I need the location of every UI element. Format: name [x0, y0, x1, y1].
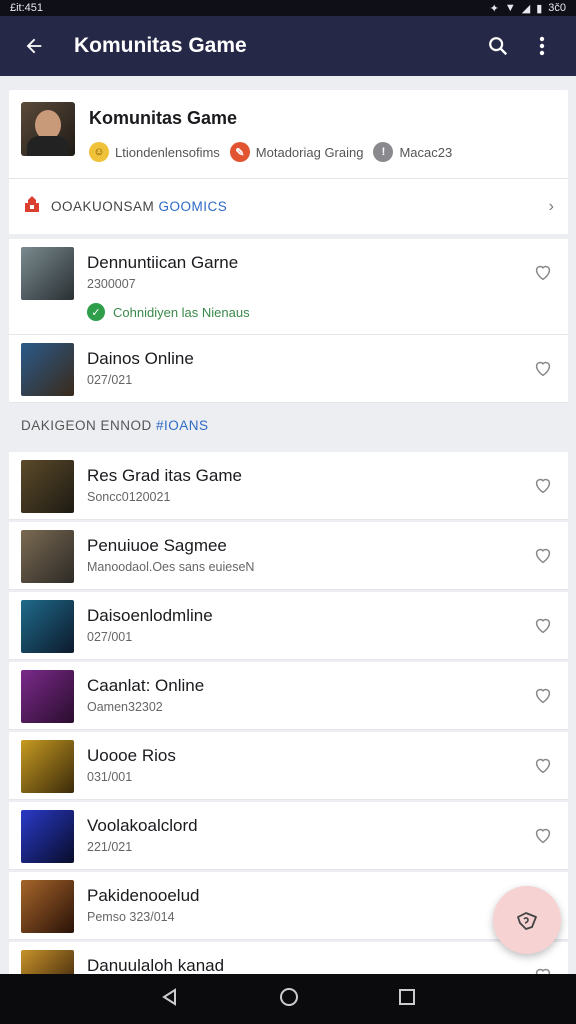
game-subtitle: Oamen32302	[87, 700, 163, 714]
search-icon[interactable]	[480, 28, 516, 64]
list-item[interactable]: Dennuntiican Garne 2300007 ✓ Cohnidiyen …	[9, 239, 568, 335]
subheading-prefix: DAKIGEON ENNOD	[21, 418, 152, 433]
heart-icon[interactable]	[532, 544, 554, 566]
nav-recents-icon[interactable]	[398, 988, 416, 1011]
list-item[interactable]: Dainos Online 027/021	[9, 335, 568, 403]
list-item[interactable]: Uoooe Rios 031/001	[9, 732, 568, 800]
nav-home-icon[interactable]	[279, 987, 299, 1012]
list-item[interactable]: Caanlat: Online Oamen32302	[9, 662, 568, 730]
game-thumbnail	[21, 880, 74, 933]
smiley-icon: ☺	[89, 142, 109, 162]
community-header-card: Komunitas Game ☺ Ltiondenlensofims ✎ Mot…	[9, 90, 568, 178]
heart-icon[interactable]	[532, 261, 554, 283]
section-banner-prefix: OOAKUONSAM	[51, 199, 155, 214]
list-item[interactable]: Penuiuoe Sagmee Manoodaol.Oes sans euies…	[9, 522, 568, 590]
game-subtitle: 221/021	[87, 840, 133, 854]
game-title: Uoooe Rios	[87, 746, 176, 765]
game-thumbnail	[21, 950, 74, 974]
tag-chip-label: Ltiondenlensofims	[115, 144, 220, 160]
battery-level: 3č0	[548, 2, 566, 14]
list-item[interactable]: Res Grad itas Game Soncc0120021	[9, 452, 568, 520]
game-thumbnail	[21, 247, 74, 300]
tool-icon: ✎	[229, 142, 250, 162]
list-item[interactable]: Daisoenlodmline 027/001	[9, 592, 568, 660]
tag-chip[interactable]: ☺ Ltiondenlensofims	[89, 142, 220, 162]
game-title: Penuiuoe Sagmee	[87, 536, 227, 555]
more-vert-icon[interactable]	[524, 28, 560, 64]
heart-icon[interactable]	[532, 684, 554, 706]
game-thumbnail	[21, 460, 74, 513]
heart-icon[interactable]	[532, 357, 554, 379]
game-title: Dennuntiican Garne	[87, 253, 239, 272]
wifi-icon: ▼	[504, 2, 516, 14]
heart-icon[interactable]	[532, 614, 554, 636]
status-bar: £it:451 ✦ ▼ ◢ ▮ 3č0	[0, 0, 576, 16]
info-icon: !	[373, 142, 394, 162]
tag-chip[interactable]: ! Macac23	[373, 142, 452, 162]
game-subtitle: Pemso 323/014	[87, 910, 175, 924]
category-icon	[23, 195, 41, 218]
game-title: Pakidenooelud	[87, 886, 200, 905]
game-thumbnail	[21, 600, 74, 653]
community-name: Komunitas Game	[89, 108, 238, 128]
section-banner-highlight: GOOMICS	[158, 199, 228, 214]
app-bar: Komunitas Game	[0, 16, 576, 76]
chevron-right-icon: ›	[548, 197, 554, 215]
back-arrow-icon[interactable]	[16, 28, 52, 64]
game-status-label: Cohnidiyen las Nienaus	[113, 304, 250, 320]
section-banner-row[interactable]: OOAKUONSAM GOOMICS ›	[9, 178, 568, 234]
tag-chip-label: Motadoriag Graing	[255, 144, 364, 160]
fab-button[interactable]	[493, 886, 561, 954]
game-thumbnail	[21, 740, 74, 793]
heart-hand-icon	[517, 912, 537, 930]
game-thumbnail	[21, 343, 74, 396]
signal-icon: ◢	[521, 2, 531, 15]
game-thumbnail	[21, 530, 74, 583]
game-title: Voolakoalclord	[87, 816, 198, 835]
game-subtitle: 027/021	[87, 373, 133, 387]
battery-icon: ▮	[536, 2, 543, 15]
check-icon: ✓	[87, 303, 105, 321]
list-item[interactable]: Pakidenooelud Pemso 323/014	[9, 872, 568, 940]
game-title: Danuulaloh kanad	[87, 956, 225, 974]
community-tags: ☺ Ltiondenlensofims ✎ Motadoriag Graing …	[89, 142, 462, 162]
subheading-highlight: #IOANS	[156, 418, 209, 433]
heart-icon[interactable]	[532, 754, 554, 776]
system-nav-bar	[0, 974, 576, 1024]
game-thumbnail	[21, 810, 74, 863]
game-title: Caanlat: Online	[87, 676, 205, 695]
content-scroll[interactable]: Komunitas Game ☺ Ltiondenlensofims ✎ Mot…	[0, 76, 576, 974]
game-subtitle: Manoodaol.Oes sans euieseN	[87, 560, 255, 574]
game-subtitle: Soncc0120021	[87, 490, 171, 504]
game-subtitle: 027/001	[87, 630, 133, 644]
game-status: ✓ Cohnidiyen las Nienaus	[87, 303, 250, 321]
game-subtitle: 031/001	[87, 770, 133, 784]
game-title: Daisoenlodmline	[87, 606, 213, 625]
game-subtitle: 2300007	[87, 277, 136, 291]
heart-icon[interactable]	[532, 474, 554, 496]
game-title: Res Grad itas Game	[87, 466, 242, 485]
heart-icon[interactable]	[532, 824, 554, 846]
notification-icon: ✦	[489, 2, 499, 15]
list-item[interactable]: Voolakoalclord 221/021	[9, 802, 568, 870]
game-thumbnail	[21, 670, 74, 723]
community-avatar	[21, 102, 75, 156]
heart-icon[interactable]	[532, 964, 554, 974]
tag-chip-label: Macac23	[399, 144, 453, 160]
nav-back-icon[interactable]	[160, 987, 180, 1012]
tag-chip[interactable]: ✎ Motadoriag Graing	[229, 142, 364, 162]
section-banner-text: OOAKUONSAM GOOMICS	[51, 199, 549, 214]
section-subheading: DAKIGEON ENNOD #IOANS	[21, 418, 209, 433]
list-item[interactable]: Danuulaloh kanad	[9, 942, 568, 974]
game-title: Dainos Online	[87, 349, 194, 368]
page-title: Komunitas Game	[74, 34, 247, 57]
status-time: £it:451	[10, 2, 44, 14]
